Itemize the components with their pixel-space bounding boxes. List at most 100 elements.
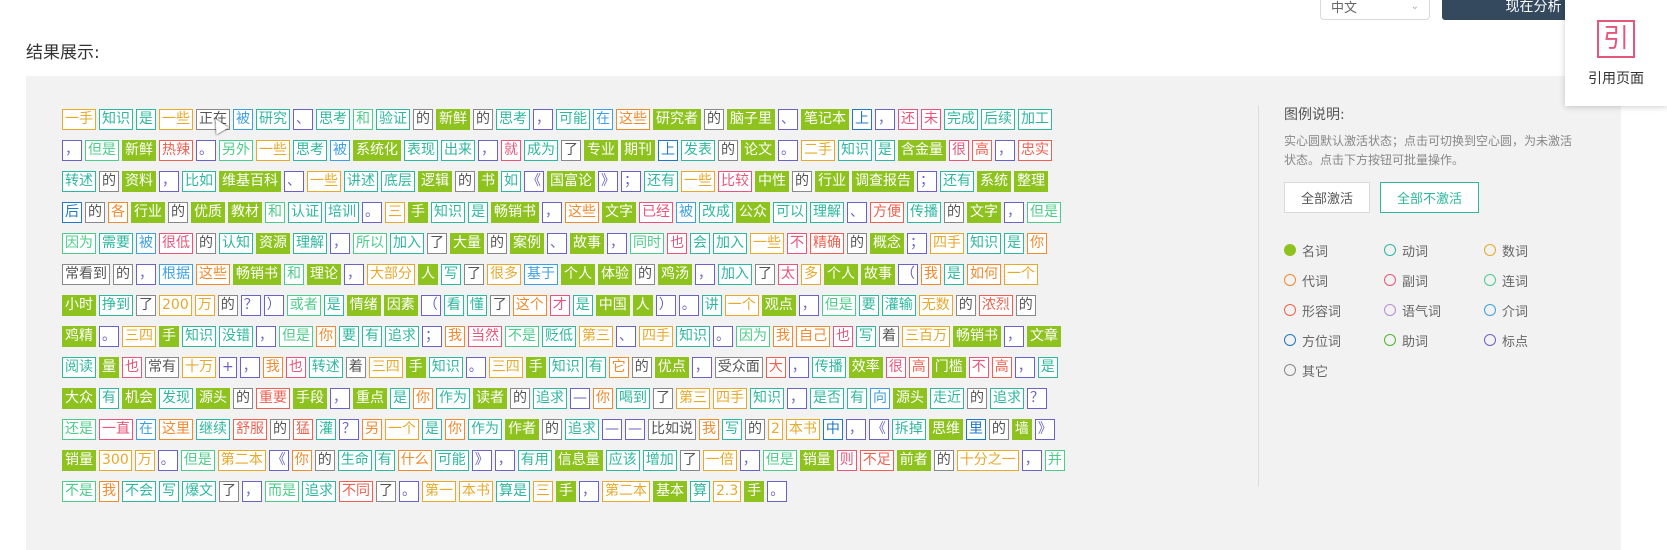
- word-token[interactable]: 论文: [741, 140, 775, 161]
- word-token[interactable]: 情绪: [346, 295, 381, 316]
- word-token[interactable]: 的: [988, 419, 1009, 440]
- word-token[interactable]: 手: [408, 202, 428, 223]
- word-token[interactable]: 不: [968, 357, 989, 378]
- word-token[interactable]: 手: [159, 326, 179, 347]
- word-token[interactable]: 生命: [337, 450, 372, 471]
- legend-item[interactable]: 方位词: [1284, 331, 1384, 350]
- word-token[interactable]: 第一: [422, 481, 456, 502]
- word-token[interactable]: 知识: [676, 326, 710, 347]
- word-token[interactable]: 根据: [159, 264, 193, 285]
- word-token[interactable]: 传播: [811, 357, 846, 378]
- word-token[interactable]: 人: [418, 264, 438, 285]
- word-token[interactable]: 前者: [896, 450, 931, 471]
- word-token[interactable]: —: [602, 419, 622, 440]
- word-token[interactable]: 知识: [750, 388, 784, 409]
- word-token[interactable]: 、: [293, 109, 313, 130]
- word-token[interactable]: 继续: [196, 419, 230, 440]
- word-token[interactable]: 门槛: [931, 357, 966, 378]
- word-token[interactable]: 、: [616, 326, 636, 347]
- word-token[interactable]: 销量: [799, 450, 834, 471]
- word-token[interactable]: 也: [285, 357, 306, 378]
- word-token[interactable]: 源头: [196, 388, 230, 409]
- word-token[interactable]: 拆掉: [891, 419, 926, 440]
- word-token[interactable]: 是: [1037, 357, 1058, 378]
- word-token[interactable]: 因为: [62, 233, 96, 254]
- word-token[interactable]: 还是: [62, 419, 96, 440]
- word-token[interactable]: 思考: [316, 109, 350, 130]
- word-token[interactable]: ，: [607, 233, 627, 254]
- word-token[interactable]: 追求: [385, 326, 419, 347]
- legend-item[interactable]: 介词: [1484, 301, 1584, 320]
- word-token[interactable]: 文字: [967, 202, 1001, 223]
- word-token[interactable]: 发表: [681, 140, 715, 161]
- word-token[interactable]: 了: [561, 140, 581, 161]
- legend-item[interactable]: 名词: [1284, 241, 1384, 260]
- word-token[interactable]: 你: [291, 450, 312, 471]
- word-token[interactable]: 知识: [548, 357, 583, 378]
- word-token[interactable]: 思考: [496, 109, 530, 130]
- word-token[interactable]: 新鲜: [436, 109, 470, 130]
- word-token[interactable]: 爆文: [182, 481, 216, 502]
- word-token[interactable]: 这个: [512, 295, 547, 316]
- word-token[interactable]: 你: [593, 388, 613, 409]
- word-token[interactable]: 所以: [353, 233, 387, 254]
- word-token[interactable]: 喝到: [616, 388, 650, 409]
- word-token[interactable]: 一些: [256, 140, 290, 161]
- legend-item[interactable]: 助词: [1384, 331, 1484, 350]
- word-token[interactable]: ，: [579, 481, 599, 502]
- word-token[interactable]: 有: [374, 450, 395, 471]
- word-token[interactable]: 忠实: [1018, 140, 1052, 161]
- word-token[interactable]: 资料: [122, 171, 156, 192]
- word-token[interactable]: 阅读: [62, 357, 96, 378]
- word-token[interactable]: 公众: [736, 202, 770, 223]
- word-token[interactable]: 被: [233, 109, 253, 130]
- word-token[interactable]: 高: [991, 357, 1012, 378]
- word-token[interactable]: 一些: [681, 171, 715, 192]
- legend-item[interactable]: 标点: [1484, 331, 1584, 350]
- word-token[interactable]: 它: [608, 357, 629, 378]
- word-token[interactable]: 写: [856, 326, 876, 347]
- word-token[interactable]: 研究者: [653, 109, 701, 130]
- word-token[interactable]: 优质: [191, 202, 225, 223]
- word-token[interactable]: 上: [658, 140, 678, 161]
- word-token[interactable]: 专业: [584, 140, 618, 161]
- word-token[interactable]: 手: [556, 481, 576, 502]
- word-token[interactable]: 的: [270, 419, 290, 440]
- word-token[interactable]: 写: [159, 481, 179, 502]
- word-token[interactable]: 的: [413, 109, 433, 130]
- word-token[interactable]: 受众面: [714, 357, 763, 378]
- word-token[interactable]: 和: [284, 264, 304, 285]
- word-token[interactable]: 》: [1034, 419, 1055, 440]
- word-token[interactable]: 如何: [967, 264, 1001, 285]
- word-token[interactable]: 作者: [505, 419, 539, 440]
- word-token[interactable]: 第三: [676, 388, 710, 409]
- word-token[interactable]: 行业: [815, 171, 849, 192]
- word-token[interactable]: 追求: [533, 388, 567, 409]
- word-token[interactable]: 个人: [824, 264, 858, 285]
- word-token[interactable]: 畅销书: [491, 202, 539, 223]
- legend-item[interactable]: 副词: [1384, 271, 1484, 290]
- word-token[interactable]: 了: [427, 233, 447, 254]
- word-token[interactable]: 本书: [459, 481, 493, 502]
- word-token[interactable]: 这里: [159, 419, 193, 440]
- word-token[interactable]: ，: [494, 450, 515, 471]
- word-token[interactable]: 三四: [488, 357, 523, 378]
- word-token[interactable]: ，: [1021, 450, 1042, 471]
- word-token[interactable]: ，: [136, 264, 156, 285]
- word-token[interactable]: 舒服: [233, 419, 267, 440]
- word-token[interactable]: 没错: [219, 326, 253, 347]
- word-token[interactable]: 太: [778, 264, 798, 285]
- word-token[interactable]: 可能: [556, 109, 590, 130]
- word-token[interactable]: （: [898, 264, 918, 285]
- word-token[interactable]: 发现: [159, 388, 193, 409]
- word-token[interactable]: ，: [330, 233, 350, 254]
- language-select[interactable]: 中文 ⌄: [1320, 0, 1430, 20]
- word-token[interactable]: ，: [1004, 326, 1024, 347]
- word-token[interactable]: 销量: [62, 450, 96, 471]
- word-token[interactable]: 的: [217, 295, 238, 316]
- word-token[interactable]: 在: [136, 419, 156, 440]
- word-token[interactable]: 高: [908, 357, 929, 378]
- word-token[interactable]: 一些: [750, 233, 784, 254]
- word-token[interactable]: 作为: [468, 419, 502, 440]
- word-token[interactable]: 大: [765, 357, 786, 378]
